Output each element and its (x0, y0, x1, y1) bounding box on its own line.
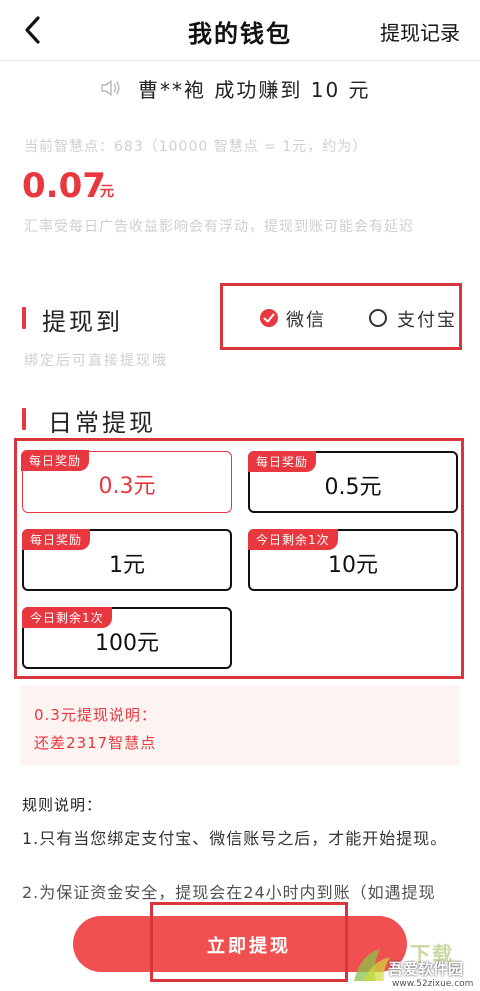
wechat-label: 微信 (286, 310, 326, 331)
bind-hint: 绑定后可直接提现哦 (24, 353, 168, 369)
alipay-option[interactable]: 支付宝 (369, 306, 459, 331)
section-marker (22, 408, 26, 430)
option-value: 0.3元 (98, 474, 156, 499)
wechat-option[interactable]: 微信 (260, 306, 330, 331)
amount-option-0-3[interactable]: 每日奖励 0.3元 (21, 450, 232, 513)
section-marker (22, 307, 26, 329)
balance-amount: 0.07 (22, 166, 106, 206)
withdraw-explanation: 0.3元提现说明： 还差2317智慧点 (20, 686, 460, 766)
amount-option-100[interactable]: 今日剩余1次 100元 (22, 607, 232, 669)
rate-notice: 汇率受每日广告收益影响会有浮动，提现到账可能会有延迟 (24, 219, 414, 235)
rule-item-1: 1.只有当您绑定支付宝、微信账号之后，才能开始提现。 (22, 829, 448, 848)
alipay-label: 支付宝 (397, 310, 457, 331)
withdraw-records-link[interactable]: 提现记录 (380, 17, 460, 46)
amount-option-0-5[interactable]: 每日奖励 0.5元 (248, 451, 458, 513)
amount-option-1[interactable]: 每日奖励 1元 (22, 529, 232, 591)
option-value: 100元 (95, 631, 159, 656)
option-value: 1元 (109, 553, 145, 578)
option-value: 10元 (328, 553, 378, 578)
unchecked-radio-icon (369, 309, 387, 327)
daily-withdraw-title: 日常提现 (48, 409, 156, 437)
earning-marquee: 曹**袍 成功赚到 10 元 (138, 78, 371, 102)
points-shortfall: 还差2317智慧点 (34, 734, 157, 752)
watermark-url: www.52zixue.com (392, 979, 474, 989)
rule-item-2: 2.为保证资金安全，提现会在24小时内到账（如遇提现 (22, 883, 436, 900)
withdraw-now-label: 立即提现 (207, 936, 291, 957)
checked-radio-icon (260, 309, 278, 327)
watermark-name: 吾爱软件园 (388, 960, 464, 978)
balance-unit: 元 (100, 184, 114, 200)
withdraw-to-title: 提现到 (42, 308, 123, 336)
option-value: 0.5元 (324, 475, 382, 500)
rules-title: 规则说明： (22, 796, 103, 814)
header-divider (0, 60, 480, 61)
points-text: 当前智慧点：683（10000 智慧点 = 1元，约为） (24, 139, 368, 155)
speaker-icon (100, 78, 122, 98)
explanation-title: 0.3元提现说明： (34, 706, 157, 724)
amount-option-10[interactable]: 今日剩余1次 10元 (248, 529, 458, 591)
